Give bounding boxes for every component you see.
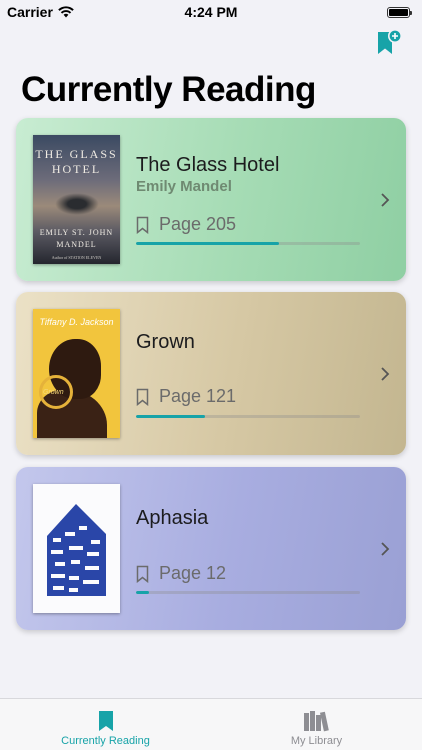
status-bar: Carrier 4:24 PM — [0, 0, 422, 24]
card-info: Aphasia Page 12 — [136, 467, 366, 630]
cover-title: Tiffany D. Jackson — [39, 317, 114, 327]
book-cover-aphasia — [33, 484, 120, 613]
reading-progress-fill — [136, 415, 206, 418]
status-left: Carrier — [7, 4, 74, 20]
page-row: Page 205 — [136, 214, 236, 235]
bookmark-icon — [98, 711, 113, 731]
wifi-icon — [58, 6, 74, 18]
cover-tagline: Grown — [43, 389, 64, 396]
tab-label: My Library — [290, 735, 343, 747]
reading-progress-bar — [136, 415, 360, 418]
chevron-right-icon — [381, 542, 390, 556]
page-label: Page 205 — [159, 214, 237, 234]
tab-bar: Currently Reading My Library — [0, 698, 422, 750]
reading-progress-fill — [136, 591, 150, 594]
tab-my-library[interactable]: My Library — [211, 699, 422, 750]
book-cover-grown: Tiffany D. Jackson Grown — [33, 309, 120, 438]
reading-progress-fill — [136, 242, 280, 245]
book-title: Aphasia — [136, 507, 209, 529]
cover-author: EMILY ST. JOHN MANDEL — [39, 228, 114, 249]
cover-island-art — [55, 193, 99, 215]
reading-progress-bar — [136, 591, 360, 594]
bookmark-outline-icon — [136, 216, 149, 234]
book-card-grown[interactable]: Tiffany D. Jackson Grown Grown Page 121 — [16, 292, 406, 455]
page-label: Page 12 — [159, 563, 227, 583]
reading-progress-bar — [136, 242, 360, 245]
bookmark-outline-icon — [136, 565, 149, 583]
cover-tagline: Author of STATION ELEVEN — [51, 255, 102, 260]
page-title: Currently Reading — [21, 70, 316, 109]
card-info: Grown Page 121 — [136, 292, 366, 455]
card-info: The Glass Hotel Emily Mandel Page 205 — [136, 118, 366, 281]
carrier-label: Carrier — [7, 4, 53, 20]
bookmark-plus-icon[interactable] — [376, 28, 402, 58]
tab-label: Currently Reading — [61, 735, 150, 747]
cover-house-art — [47, 504, 106, 596]
library-books-icon — [303, 711, 329, 732]
tab-currently-reading[interactable]: Currently Reading — [0, 699, 211, 750]
bookmark-outline-icon — [136, 388, 149, 406]
book-card-glass-hotel[interactable]: THE GLASS HOTEL EMILY ST. JOHN MANDEL Au… — [16, 118, 406, 281]
book-author: Emily Mandel — [136, 178, 232, 195]
battery-icon — [387, 6, 412, 18]
book-cover-glass-hotel: THE GLASS HOTEL EMILY ST. JOHN MANDEL Au… — [33, 135, 120, 264]
book-title: The Glass Hotel — [136, 154, 280, 176]
cover-title: THE GLASS HOTEL — [35, 147, 118, 176]
page-row: Page 12 — [136, 563, 226, 584]
page-row: Page 121 — [136, 386, 236, 407]
book-card-aphasia[interactable]: Aphasia Page 12 — [16, 467, 406, 630]
chevron-right-icon — [381, 367, 390, 381]
book-title: Grown — [136, 331, 195, 353]
page-label: Page 121 — [159, 386, 237, 406]
chevron-right-icon — [381, 193, 390, 207]
